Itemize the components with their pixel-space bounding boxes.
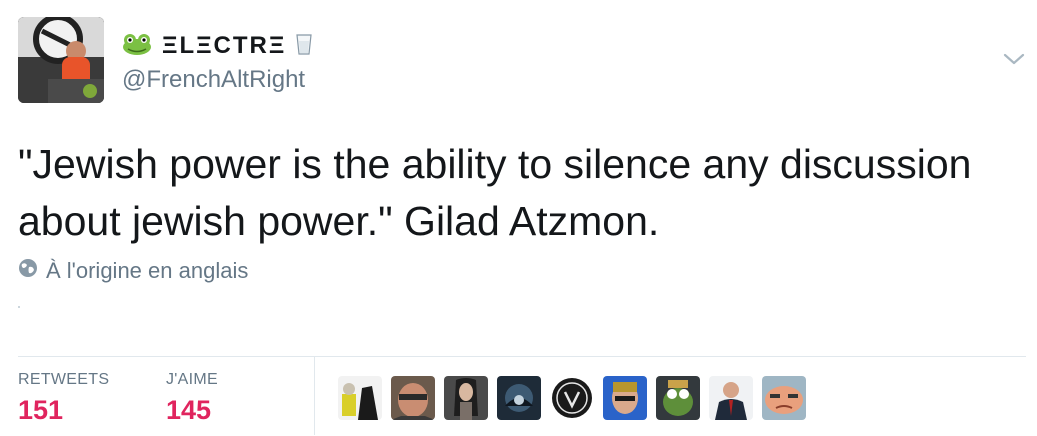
avatar-6[interactable] [603, 376, 647, 420]
likes-count: 145 [166, 395, 212, 425]
avatar-8[interactable] [709, 376, 753, 420]
retweets-stat[interactable]: RETWEETS 151 [18, 357, 109, 426]
retweets-label: RETWEETS [18, 371, 110, 388]
cup-icon [296, 33, 312, 60]
avatar-2[interactable] [391, 376, 435, 420]
avatar-7[interactable] [656, 376, 700, 420]
stats-divider [314, 357, 315, 435]
likes-label: J'AIME [166, 371, 218, 388]
display-name[interactable]: ΞLΞCTRΞ [162, 32, 286, 60]
tweet-stats: RETWEETS 151 J'AIME 145 [18, 356, 1026, 436]
translation-note[interactable]: À l'origine en anglais [18, 256, 248, 286]
retweets-count: 151 [18, 395, 64, 425]
chevron-down-icon[interactable] [1002, 50, 1026, 68]
avatar-9[interactable] [762, 376, 806, 420]
separator-dot [18, 306, 20, 308]
likes-stat[interactable]: J'AIME 145 [166, 357, 218, 426]
user-handle[interactable]: @FrenchAltRight [122, 66, 305, 94]
liked-by-avatars [338, 375, 806, 421]
avatar-5[interactable] [550, 376, 594, 420]
avatar-3[interactable] [444, 376, 488, 420]
avatar-1[interactable] [338, 376, 382, 420]
globe-icon [18, 258, 38, 284]
display-name-row[interactable]: ΞLΞCTRΞ [122, 32, 312, 60]
avatar-4[interactable] [497, 376, 541, 420]
frog-face-icon [122, 33, 152, 60]
profile-avatar[interactable] [18, 17, 104, 103]
translation-note-label[interactable]: À l'origine en anglais [46, 258, 248, 284]
profile-avatar-image [18, 17, 104, 103]
tweet-text: "Jewish power is the ability to silence … [18, 141, 972, 244]
